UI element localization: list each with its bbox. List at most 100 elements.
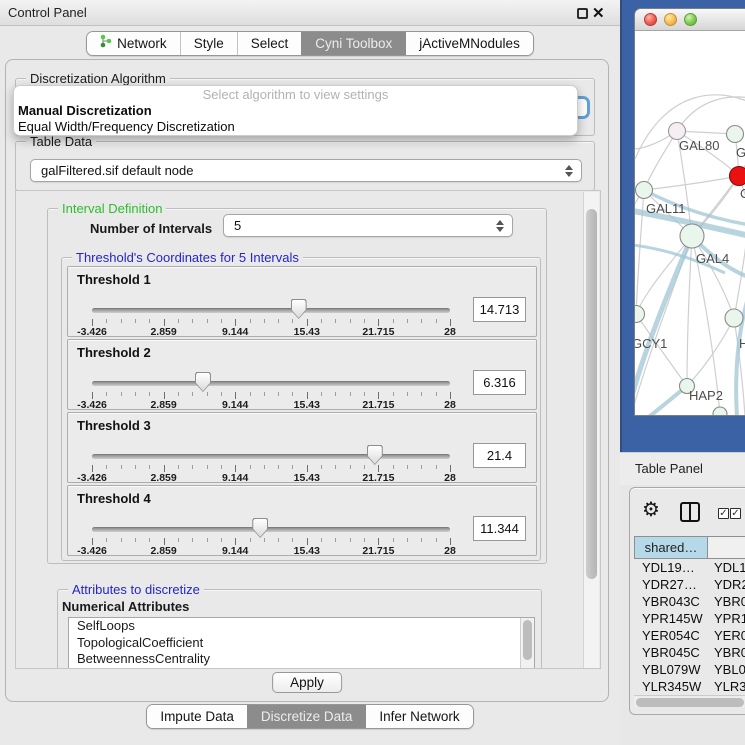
node-label: GAL11 xyxy=(646,201,686,216)
algorithm-dropdown-popup: Select algorithm to view settings Manual… xyxy=(13,85,578,136)
column-layout-icon[interactable] xyxy=(680,502,700,522)
network-node[interactable] xyxy=(730,167,745,186)
tab-jactivemnodules[interactable]: jActiveMNodules xyxy=(405,32,533,55)
column-header[interactable]: na xyxy=(708,536,745,559)
close-red-icon[interactable] xyxy=(644,13,657,26)
network-edge[interactable] xyxy=(687,318,734,386)
table-cell[interactable]: YDR2 xyxy=(708,576,745,593)
threshold-value-field[interactable]: 14.713 xyxy=(473,297,526,322)
slider-track[interactable] xyxy=(92,381,450,386)
slider-thumb[interactable] xyxy=(367,445,383,465)
network-canvas[interactable]: GAL80GALCGAL11GAL4GCY1HHAP2 xyxy=(635,31,745,416)
threshold-value-field[interactable]: 21.4 xyxy=(473,443,526,468)
numerical-attributes-heading: Numerical Attributes xyxy=(62,599,189,614)
table-cell[interactable]: YLR3 xyxy=(708,678,745,695)
attributes-to-discretize-group: Attributes to discretize Numerical Attri… xyxy=(57,589,542,669)
table-cell[interactable]: YPR1 xyxy=(708,610,745,627)
network-node[interactable] xyxy=(725,309,743,327)
table-cell[interactable]: YBR043C xyxy=(634,593,708,610)
threshold-panel: Threshold 1-3.4262.8599.14415.4321.71528… xyxy=(67,266,537,337)
tab-label: Cyni Toolbox xyxy=(315,32,392,55)
num-intervals-select[interactable]: 5 xyxy=(223,214,513,237)
table-cell[interactable]: YLR345W xyxy=(634,678,708,695)
slider-tick-labels: -3.4262.8599.14415.4321.71528 xyxy=(92,399,450,411)
table-row[interactable]: YBL079WYBL0 xyxy=(634,661,745,678)
table-cell[interactable]: YBR045C xyxy=(634,644,708,661)
top-tab-bar: NetworkStyleSelect Cyni Toolbox jActiveMNo… xyxy=(0,31,620,56)
table-horizontal-scrollbar[interactable] xyxy=(634,695,745,707)
dropdown-option[interactable]: Manual Discretization xyxy=(14,103,577,119)
apply-button[interactable]: Apply xyxy=(272,672,342,693)
slider-track[interactable] xyxy=(92,527,450,532)
table-cell[interactable]: YER0 xyxy=(708,627,745,644)
group-title: Discretization Algorithm xyxy=(26,71,170,86)
threshold-panel: Threshold 3-3.4262.8599.14415.4321.71528… xyxy=(67,412,537,483)
minimize-yellow-icon[interactable] xyxy=(664,13,677,26)
table-cell[interactable]: YBL079W xyxy=(634,661,708,678)
network-node[interactable] xyxy=(636,182,653,199)
network-node[interactable] xyxy=(669,123,686,140)
zoom-green-icon[interactable] xyxy=(684,13,697,26)
table-row[interactable]: YPR145WYPR1 xyxy=(634,610,745,627)
close-icon[interactable]: ✕ xyxy=(592,4,605,22)
network-window-titlebar xyxy=(635,9,745,31)
column-header[interactable]: shared… xyxy=(634,536,708,559)
table-row[interactable]: YLR345WYLR3 xyxy=(634,678,745,695)
table-cell[interactable]: YBR0 xyxy=(708,644,745,661)
tab-impute-data[interactable]: Impute Data xyxy=(147,705,247,728)
table-row[interactable]: YBR043CYBR0 xyxy=(634,593,745,610)
network-node[interactable] xyxy=(680,224,704,248)
numerical-attributes-list[interactable]: SelfLoopsTopologicalCoefficientBetweenne… xyxy=(68,617,535,669)
network-node[interactable] xyxy=(713,407,727,416)
network-node[interactable] xyxy=(727,126,744,143)
attributes-scrollbar[interactable] xyxy=(520,618,534,669)
bottom-tab-bar: Impute DataDiscretize DataInfer Network xyxy=(0,704,620,729)
threshold-value-field[interactable]: 6.316 xyxy=(473,370,526,395)
network-edge[interactable] xyxy=(636,190,644,314)
attribute-list-item[interactable]: TopologicalCoefficient xyxy=(69,635,534,652)
attribute-list-item[interactable]: SelfLoops xyxy=(69,618,534,635)
network-edge[interactable] xyxy=(644,131,677,190)
settings-gear-icon[interactable]: ⚙ xyxy=(642,498,660,522)
tab-style[interactable]: Style xyxy=(180,32,237,55)
network-edge[interactable] xyxy=(644,176,739,190)
table-row[interactable]: YDL19…YDL1 xyxy=(634,559,745,576)
checkbox-icon[interactable]: ✓ xyxy=(730,508,741,519)
slider-thumb[interactable] xyxy=(195,372,211,392)
network-edge-thick[interactable] xyxy=(635,386,687,416)
vertical-scrollbar[interactable] xyxy=(583,192,599,668)
table-cell[interactable]: YDL1 xyxy=(708,559,745,576)
attribute-list-item[interactable]: BetweennessCentrality xyxy=(69,651,534,668)
table-panel-title: Table Panel xyxy=(635,453,703,485)
table-row[interactable]: YDR27…YDR2 xyxy=(634,576,745,593)
threshold-value-field[interactable]: 11.344 xyxy=(473,516,526,541)
tab-discretize-data[interactable]: Discretize Data xyxy=(247,705,366,728)
table-row[interactable]: YER054CYER0 xyxy=(634,627,745,644)
tab-cyni-toolbox[interactable]: Cyni Toolbox xyxy=(301,32,405,55)
tab-infer-network[interactable]: Infer Network xyxy=(365,705,472,728)
tab-select[interactable]: Select xyxy=(237,32,302,55)
slider-thumb[interactable] xyxy=(291,299,307,319)
slider-tick-labels: -3.4262.8599.14415.4321.71528 xyxy=(92,472,450,484)
checkbox-icon[interactable]: ✓ xyxy=(718,508,729,519)
slider-track[interactable] xyxy=(92,454,450,459)
float-window-icon[interactable] xyxy=(577,8,588,19)
table-cell[interactable]: YBL0 xyxy=(708,661,745,678)
table-cell[interactable]: YDL19… xyxy=(634,559,708,576)
num-intervals-label: Number of Intervals xyxy=(90,221,212,236)
network-edge[interactable] xyxy=(692,236,734,318)
dropdown-option[interactable]: Equal Width/Frequency Discretization xyxy=(14,119,577,135)
network-node[interactable] xyxy=(635,306,645,323)
table-data-select[interactable]: galFiltered.sif default node xyxy=(30,159,582,182)
group-title: Attributes to discretize xyxy=(68,582,204,597)
node-label: GAL80 xyxy=(679,138,719,153)
slider-thumb[interactable] xyxy=(252,518,268,538)
table-cell[interactable]: YBR0 xyxy=(708,593,745,610)
tab-network[interactable]: Network xyxy=(87,32,180,55)
table-cell[interactable]: YPR145W xyxy=(634,610,708,627)
slider-track[interactable] xyxy=(92,308,450,313)
table-cell[interactable]: YER054C xyxy=(634,627,708,644)
node-label: H xyxy=(739,336,745,351)
table-cell[interactable]: YDR27… xyxy=(634,576,708,593)
table-row[interactable]: YBR045CYBR0 xyxy=(634,644,745,661)
